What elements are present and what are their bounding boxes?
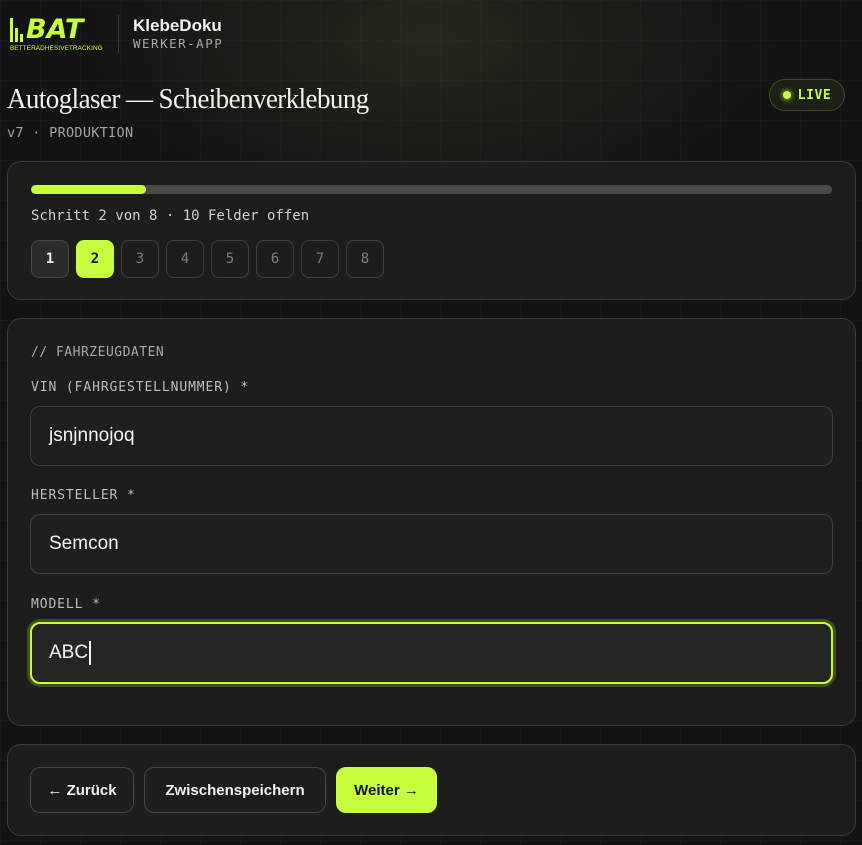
step-6-button[interactable]: 6 (256, 240, 294, 278)
app-name: KlebeDoku (133, 16, 222, 35)
live-status-badge: LIVE (769, 79, 845, 111)
app-header: BAT BETTERADHESIVETRACKING KlebeDoku WER… (10, 14, 223, 54)
vin-input[interactable]: jsnjnnojoq (30, 406, 833, 466)
text-caret (89, 641, 91, 665)
logo-wordmark: BAT (26, 13, 84, 45)
step-4-button[interactable]: 4 (166, 240, 204, 278)
section-title: // FAHRZEUGDATEN (31, 345, 165, 360)
vehicle-data-form: // FAHRZEUGDATEN VIN (FAHRGESTELLNUMMER)… (7, 318, 856, 726)
manufacturer-input[interactable]: Semcon (30, 514, 833, 574)
progress-bar (31, 185, 832, 194)
page-title: Autoglaser — Scheibenverklebung (7, 83, 369, 115)
progress-card: Schritt 2 von 8 · 10 Felder offen 1 2 3 … (7, 161, 856, 300)
step-1-button[interactable]: 1 (31, 240, 69, 278)
logo-tagline: BETTERADHESIVETRACKING (10, 44, 103, 52)
step-2-button[interactable]: 2 (76, 240, 114, 278)
progress-bar-fill (31, 185, 146, 194)
bat-logo: BAT BETTERADHESIVETRACKING (10, 13, 103, 52)
logo-bars-icon (10, 17, 23, 42)
app-subtitle: WERKER-APP (133, 36, 224, 51)
model-label: MODELL * (31, 597, 101, 612)
app-identity: KlebeDoku WERKER-APP (133, 16, 223, 52)
step-7-button[interactable]: 7 (301, 240, 339, 278)
save-draft-button[interactable]: Zwischenspeichern (144, 767, 326, 813)
back-button[interactable]: ← Zurück (30, 767, 134, 813)
page-meta: v7 · PRODUKTION (7, 125, 134, 141)
step-5-button[interactable]: 5 (211, 240, 249, 278)
header-divider (118, 15, 119, 53)
manufacturer-value: Semcon (49, 533, 119, 554)
vin-label: VIN (FAHRGESTELLNUMMER) * (31, 380, 250, 395)
step-8-button[interactable]: 8 (346, 240, 384, 278)
step-navigator: 1 2 3 4 5 6 7 8 (31, 240, 384, 278)
live-dot-icon (782, 91, 791, 99)
next-button[interactable]: Weiter → (336, 767, 437, 813)
live-label: LIVE (797, 87, 832, 103)
model-value: ABC (49, 642, 89, 663)
manufacturer-label: HERSTELLER * (31, 488, 136, 503)
progress-status-text: Schritt 2 von 8 · 10 Felder offen (31, 208, 310, 224)
model-input[interactable]: ABC (30, 622, 833, 684)
step-3-button[interactable]: 3 (121, 240, 159, 278)
vin-value: jsnjnnojoq (49, 425, 135, 446)
action-bar: ← Zurück Zwischenspeichern Weiter → (7, 744, 856, 836)
